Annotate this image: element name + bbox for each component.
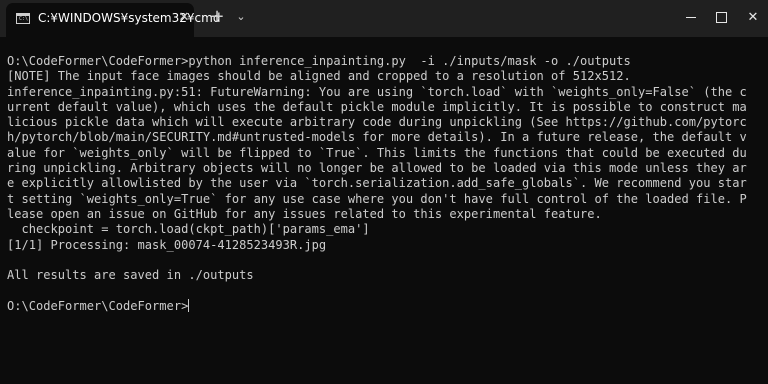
minimize-icon bbox=[686, 17, 696, 18]
terminal-line: alue for `weights_only` will be flipped … bbox=[7, 145, 747, 160]
maximize-icon bbox=[715, 12, 727, 23]
tab-close-icon[interactable]: ✕ bbox=[176, 10, 192, 26]
tab-dropdown-chevron-icon[interactable]: ⌄ bbox=[232, 6, 250, 28]
cmd-icon: C:\ bbox=[16, 13, 30, 24]
terminal-line: ring unpickling. Arbitrary objects will … bbox=[7, 161, 747, 176]
terminal-line: inference_inpainting.py:51: FutureWarnin… bbox=[7, 84, 747, 99]
terminal-line: [1/1] Processing: mask_00074-4128523493R… bbox=[7, 237, 327, 252]
terminal-line: licious pickle data which will execute a… bbox=[7, 115, 747, 130]
close-window-button[interactable]: ✕ bbox=[730, 0, 768, 37]
cmd-icon-text: C:\ bbox=[19, 16, 29, 22]
terminal-line: checkpoint = torch.load(ckpt_path)['para… bbox=[7, 222, 370, 237]
prompt-text: O:\CodeFormer\CodeFormer> bbox=[7, 298, 189, 313]
terminal-line: t setting `weights_only=True` for any us… bbox=[7, 191, 747, 206]
tab-title: C:¥WINDOWS¥system32¥cmd bbox=[38, 11, 221, 25]
terminal-line: lease open an issue on GitHub for any is… bbox=[7, 206, 602, 221]
terminal-line: O:\CodeFormer\CodeFormer>python inferenc… bbox=[7, 54, 631, 68]
terminal-line: e explicitly allowlisted by the user via… bbox=[7, 176, 747, 191]
terminal-tab[interactable]: C:\ C:¥WINDOWS¥system32¥cmd ✕ bbox=[6, 3, 220, 37]
terminal-line: All results are saved in ./outputs bbox=[7, 268, 254, 283]
new-tab-button[interactable]: + bbox=[206, 6, 228, 28]
terminal-line: h/pytorch/blob/main/SECURITY.md#untruste… bbox=[7, 130, 747, 145]
command-prompt[interactable]: O:\CodeFormer\CodeFormer> bbox=[7, 298, 765, 314]
terminal-line: urrent default value), which uses the de… bbox=[7, 99, 747, 114]
text-cursor bbox=[188, 298, 190, 312]
title-bar[interactable]: C:\ C:¥WINDOWS¥system32¥cmd ✕ + ⌄ ✕ bbox=[0, 0, 768, 37]
terminal-line: [NOTE] The input face images should be a… bbox=[7, 69, 631, 84]
terminal-output[interactable]: O:\CodeFormer\CodeFormer>python inferenc… bbox=[0, 37, 768, 384]
cmd-window: C:\ C:¥WINDOWS¥system32¥cmd ✕ + ⌄ ✕ O:\C… bbox=[0, 0, 768, 384]
terminal-lines: O:\CodeFormer\CodeFormer>python inferenc… bbox=[7, 54, 765, 314]
